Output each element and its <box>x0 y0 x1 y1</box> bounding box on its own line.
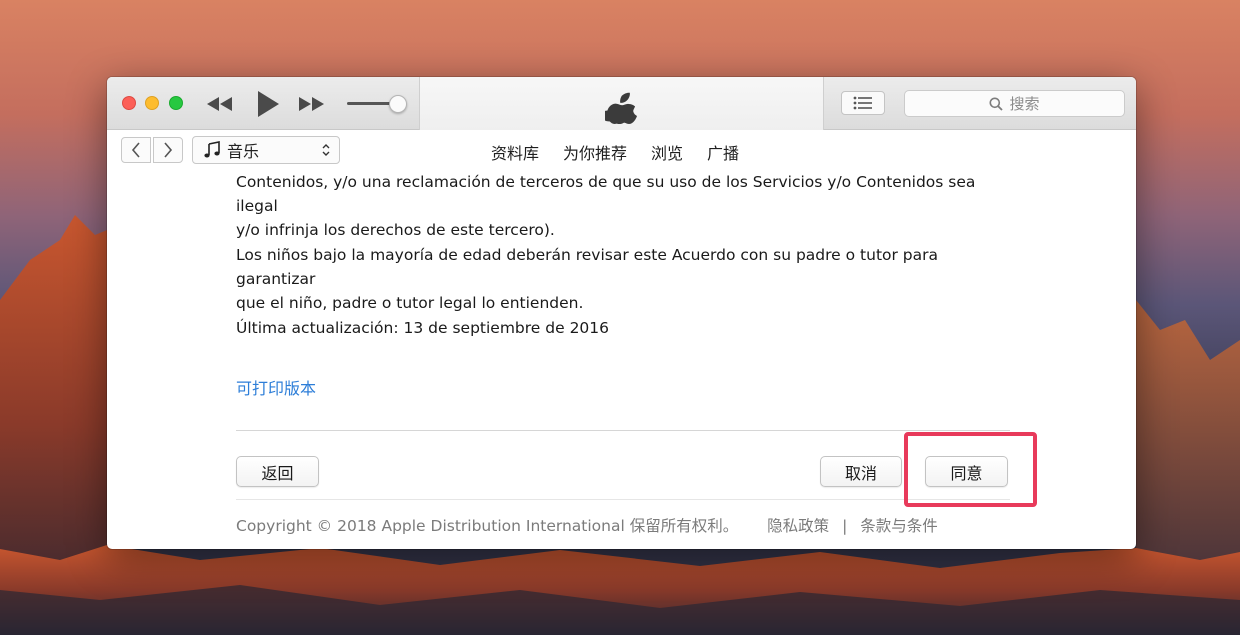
tab-browse[interactable]: 浏览 <box>651 140 683 164</box>
media-type-select[interactable]: 音乐 <box>192 136 340 164</box>
rewind-icon <box>207 97 232 111</box>
volume-slider[interactable] <box>347 94 409 114</box>
agreement-paragraph-2: Los niños bajo la mayoría de edad deberá… <box>236 243 1016 315</box>
play-button[interactable] <box>253 89 283 119</box>
forward-nav-button[interactable] <box>153 137 183 163</box>
status-display <box>419 77 824 130</box>
navigation-bar: 音乐 资料库 为你推荐 浏览 广播 <box>107 130 1136 170</box>
last-updated-text: Última actualización: 13 de septiembre d… <box>236 319 610 337</box>
printable-version-link[interactable]: 可打印版本 <box>236 375 316 399</box>
terms-link[interactable]: 条款与条件 <box>860 517 938 535</box>
search-placeholder: 搜索 <box>1009 95 1040 113</box>
list-icon <box>853 96 872 110</box>
up-down-chevron-icon <box>322 144 330 156</box>
divider <box>236 430 1010 431</box>
tab-radio[interactable]: 广播 <box>707 140 739 164</box>
search-icon <box>989 97 1004 111</box>
privacy-policy-link[interactable]: 隐私政策 <box>767 517 829 535</box>
back-button[interactable]: 返回 <box>236 456 319 487</box>
agreement-paragraph-1: Contenidos, y/o una reclamación de terce… <box>236 170 1016 242</box>
copyright-text: Copyright © 2018 Apple Distribution Inte… <box>236 517 739 535</box>
paragraph-line: Los niños bajo la mayoría de edad deberá… <box>236 246 939 288</box>
section-tabs: 资料库 为你推荐 浏览 广播 <box>491 140 763 164</box>
titlebar: 搜索 <box>107 77 1136 130</box>
tab-library[interactable]: 资料库 <box>491 140 539 164</box>
rewind-button[interactable] <box>205 89 235 119</box>
back-nav-button[interactable] <box>121 137 151 163</box>
divider <box>236 499 1010 500</box>
paragraph-line: que el niño, padre o tutor legal lo enti… <box>236 294 584 312</box>
footer-separator: | <box>842 517 848 535</box>
volume-knob[interactable] <box>389 95 407 113</box>
fast-forward-button[interactable] <box>297 89 327 119</box>
paragraph-line: Contenidos, y/o una reclamación de terce… <box>236 173 976 215</box>
fast-forward-icon <box>299 97 324 111</box>
minimize-window-button[interactable] <box>145 96 159 110</box>
chevron-left-icon <box>131 142 140 158</box>
up-next-list-button[interactable] <box>841 91 885 115</box>
play-icon <box>258 91 279 117</box>
chevron-right-icon <box>164 142 173 158</box>
search-field[interactable]: 搜索 <box>904 90 1125 117</box>
close-window-button[interactable] <box>122 96 136 110</box>
paragraph-line: y/o infrinja los derechos de este tercer… <box>236 221 555 239</box>
music-note-icon <box>204 141 220 158</box>
footer: Copyright © 2018 Apple Distribution Inte… <box>236 514 938 536</box>
apple-logo-icon <box>604 92 637 124</box>
tab-for-you[interactable]: 为你推荐 <box>563 140 627 164</box>
cancel-button[interactable]: 取消 <box>820 456 902 487</box>
media-select-label: 音乐 <box>227 142 260 161</box>
maximize-window-button[interactable] <box>169 96 183 110</box>
agree-button-highlight <box>904 432 1037 507</box>
